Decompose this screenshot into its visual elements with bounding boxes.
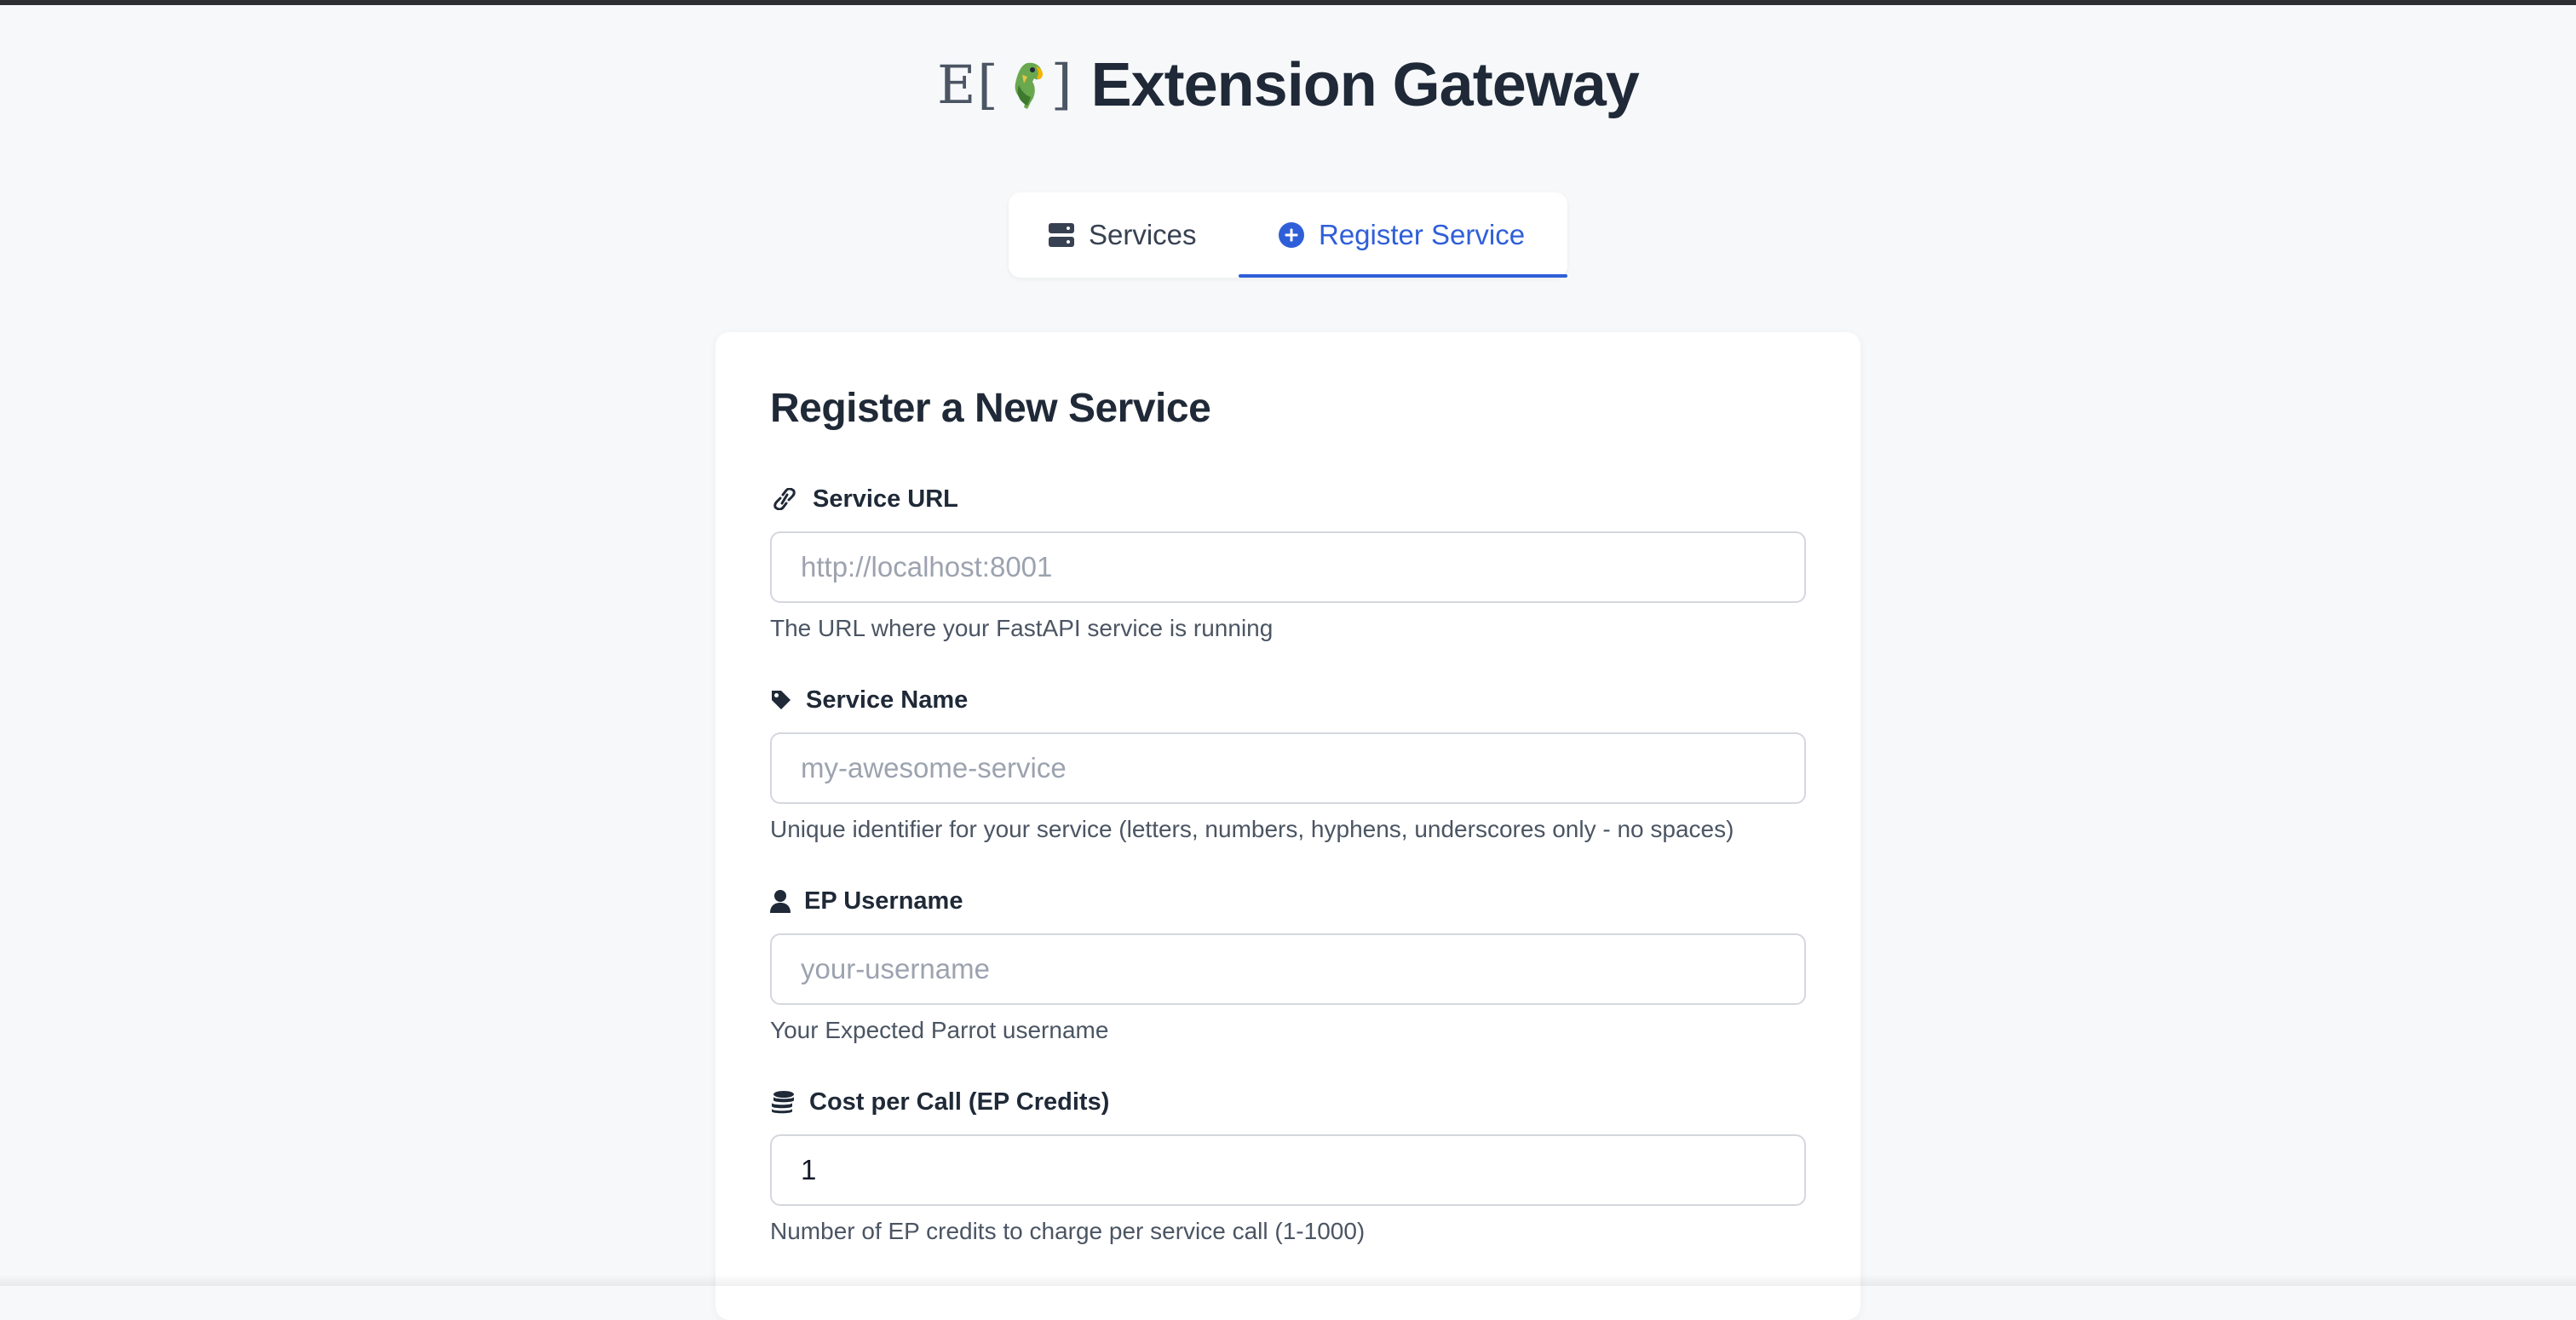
tab-services-label: Services <box>1089 219 1197 251</box>
coins-icon <box>770 1090 796 1114</box>
tab-register-service-label: Register Service <box>1319 219 1525 251</box>
plus-circle-icon <box>1278 221 1305 249</box>
service-url-label-text: Service URL <box>813 485 958 514</box>
tab-services[interactable]: Services <box>1009 192 1239 278</box>
ep-username-label: EP Username <box>770 884 1806 918</box>
service-url-field: Service URL The URL where your FastAPI s… <box>770 482 1806 642</box>
logo: E[ ] <box>937 51 1072 119</box>
service-name-label: Service Name <box>770 683 1806 717</box>
link-icon <box>770 488 799 510</box>
service-name-input[interactable] <box>770 732 1806 804</box>
window-bottom-shadow <box>0 1274 2576 1286</box>
logo-text-right: ] <box>1051 58 1072 112</box>
service-name-field: Service Name Unique identifier for your … <box>770 683 1806 843</box>
service-url-label: Service URL <box>770 482 1806 516</box>
cost-per-call-label: Cost per Call (EP Credits) <box>770 1085 1806 1119</box>
main-tabs: Services Register Service <box>1009 192 1567 278</box>
ep-username-field: EP Username Your Expected Parrot usernam… <box>770 884 1806 1044</box>
service-url-help: The URL where your FastAPI service is ru… <box>770 615 1806 642</box>
register-service-card: Register a New Service Service URL The U… <box>716 332 1860 1320</box>
user-icon <box>770 889 791 913</box>
ep-username-label-text: EP Username <box>804 887 963 915</box>
cost-per-call-help: Number of EP credits to charge per servi… <box>770 1218 1806 1245</box>
window-top-border <box>0 0 2576 5</box>
service-name-help: Unique identifier for your service (lett… <box>770 816 1806 843</box>
cost-per-call-input[interactable] <box>770 1134 1806 1206</box>
service-name-label-text: Service Name <box>806 686 968 715</box>
brand-header: E[ ] Extension Gateway <box>0 51 2576 119</box>
ep-username-input[interactable] <box>770 933 1806 1005</box>
cost-per-call-field: Cost per Call (EP Credits) Number of EP … <box>770 1085 1806 1245</box>
app-title: Extension Gateway <box>1091 55 1639 116</box>
ep-username-help: Your Expected Parrot username <box>770 1017 1806 1044</box>
server-icon <box>1048 222 1075 248</box>
service-url-input[interactable] <box>770 531 1806 603</box>
logo-text-left: E[ <box>937 59 999 112</box>
tag-icon <box>770 689 792 711</box>
cost-per-call-label-text: Cost per Call (EP Credits) <box>809 1088 1109 1116</box>
tab-register-service[interactable]: Register Service <box>1239 192 1567 278</box>
form-title: Register a New Service <box>770 385 1210 432</box>
parrot-icon <box>1002 58 1049 112</box>
